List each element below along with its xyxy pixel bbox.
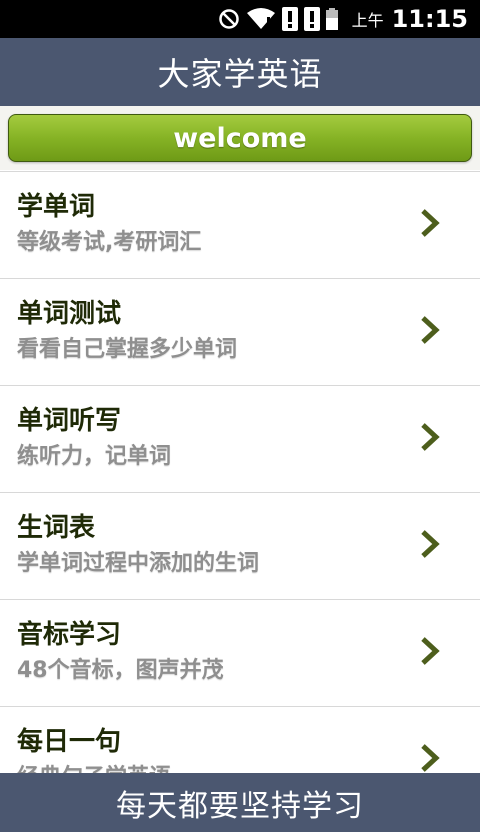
status-ampm: 上午 [351,11,384,30]
menu-item-word-test[interactable]: 单词测试 看看自己掌握多少单词 [0,279,480,386]
welcome-button[interactable]: welcome [8,114,472,162]
menu-item-vocabulary-list[interactable]: 生词表 学单词过程中添加的生词 [0,493,480,600]
chevron-right-icon [421,316,440,344]
welcome-label: welcome [173,122,307,154]
menu-item-word-dictation[interactable]: 单词听写 练听力，记单词 [0,386,480,493]
battery-icon [325,8,338,30]
menu-item-subtitle: 练听力，记单词 [17,444,172,469]
menu-item-title: 生词表 [17,513,96,543]
status-time: 11:15 [391,5,468,33]
menu-item-subtitle: 看看自己掌握多少单词 [17,337,238,362]
status-icons: 上午 11:15 [218,0,468,38]
footer-bar: 每天都要坚持学习 [0,773,480,832]
menu-item-phonetics[interactable]: 音标学习 48个音标，图声并茂 [0,600,480,707]
chevron-right-icon [421,637,440,665]
footer-text: 每天都要坚持学习 [116,788,364,824]
menu-item-subtitle: 学单词过程中添加的生词 [17,551,260,576]
wifi-icon [246,7,276,31]
chevron-right-icon [421,530,440,558]
menu-item-subtitle: 48个音标，图声并茂 [17,658,224,683]
title-bar: 大家学英语 [0,38,480,106]
menu-item-title: 学单词 [17,192,96,222]
menu-item-title: 音标学习 [17,620,122,650]
do-not-disturb-icon [218,8,240,30]
chevron-right-icon [421,744,440,772]
chevron-right-icon [421,209,440,237]
menu-item-learn-words[interactable]: 学单词 等级考试,考研词汇 [0,172,480,279]
menu-item-title: 单词听写 [17,406,122,436]
menu-list[interactable]: 学单词 等级考试,考研词汇 单词测试 看看自己掌握多少单词 单词听写 练听力，记… [0,171,480,774]
welcome-area: welcome [0,106,480,170]
menu-item-title: 每日一句 [17,727,122,757]
alert-icon [281,7,298,31]
chevron-right-icon [421,423,440,451]
menu-item-daily-sentence[interactable]: 每日一句 经典句子学英语 [0,707,480,774]
status-bar: 上午 11:15 [0,0,480,38]
alert-icon [303,7,320,31]
page-title: 大家学英语 [157,55,323,93]
menu-item-title: 单词测试 [17,299,122,329]
menu-item-subtitle: 等级考试,考研词汇 [17,230,202,255]
menu-item-subtitle: 经典句子学英语 [17,759,171,774]
